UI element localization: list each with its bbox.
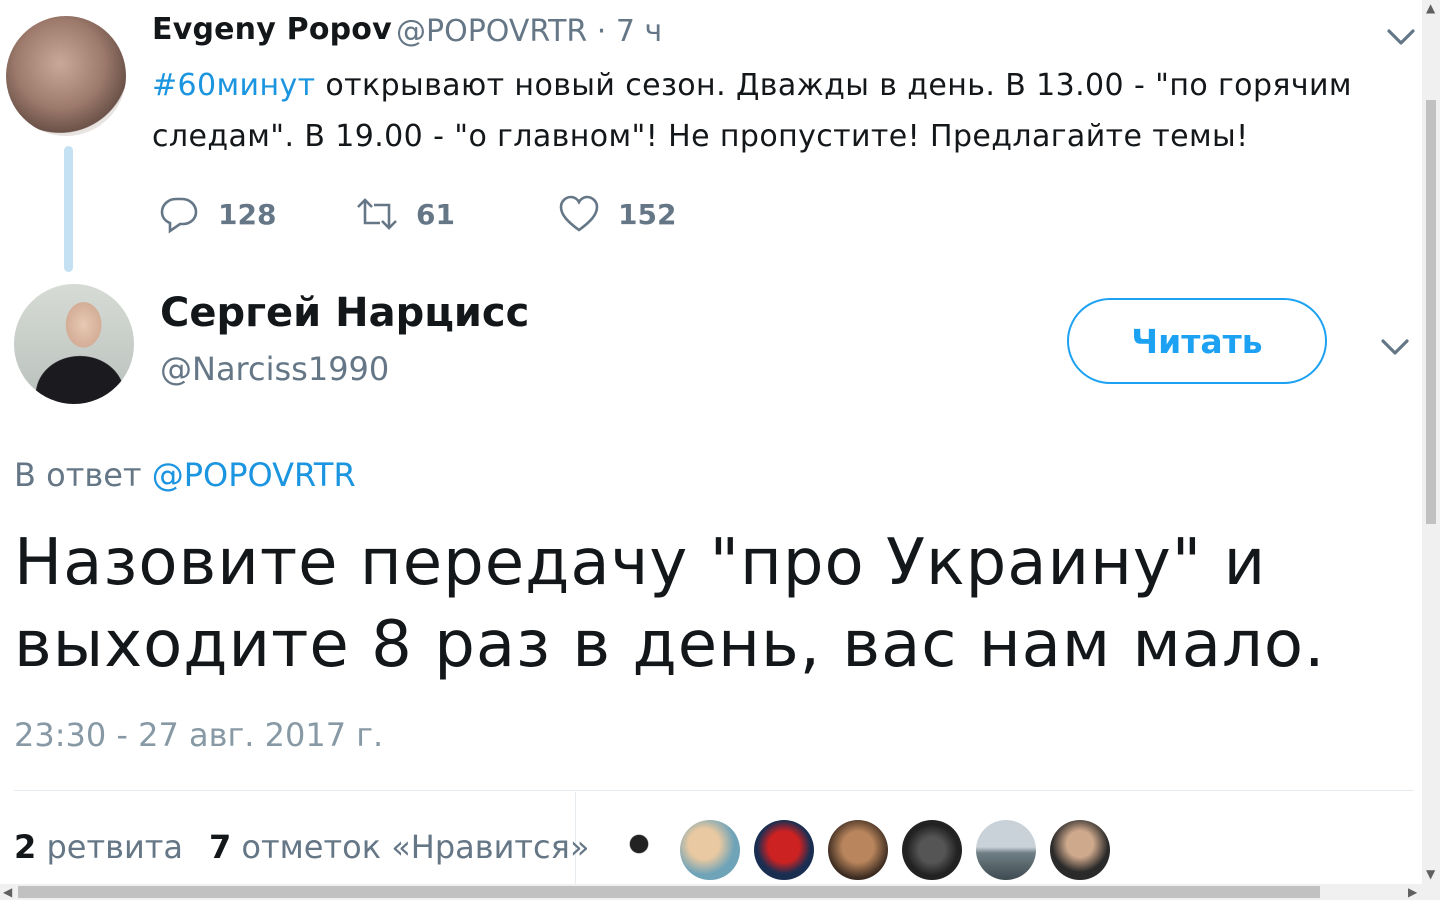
tweet2-text: Назовите передачу "про Украину" и выходи… bbox=[14, 526, 1326, 682]
tweet2-stats: 2 ретвита 7 отметок «Нравится» bbox=[14, 828, 589, 866]
liker-avatar[interactable] bbox=[828, 820, 888, 880]
like-icon bbox=[559, 195, 599, 232]
tweet2-author-name[interactable]: Сергей Нарцисс bbox=[160, 290, 529, 336]
retweet-stat-count: 2 bbox=[14, 828, 37, 866]
scroll-down-arrow[interactable]: ▼ bbox=[1426, 868, 1435, 880]
retweet-stat-label: ретвита bbox=[36, 828, 183, 866]
follow-button[interactable]: Читать bbox=[1067, 298, 1327, 384]
tweet1-menu-chevron[interactable] bbox=[1386, 28, 1416, 50]
retweet-action[interactable]: 61 bbox=[356, 194, 455, 234]
chevron-down-icon bbox=[1381, 339, 1409, 355]
scroll-up-arrow[interactable]: ▲ bbox=[1426, 2, 1435, 14]
scroll-left-arrow[interactable]: ◀ bbox=[3, 886, 12, 898]
reply-context: В ответ @POPOVRTR bbox=[14, 456, 356, 494]
chevron-down-icon bbox=[1387, 29, 1415, 45]
liker-avatars bbox=[606, 820, 1110, 880]
horizontal-scroll-thumb[interactable] bbox=[18, 886, 1320, 898]
tweet2-menu-chevron[interactable] bbox=[1380, 338, 1410, 360]
vertical-scroll-thumb[interactable] bbox=[1426, 100, 1436, 524]
tweet1-text: #60минут открывают новый сезон. Дважды в… bbox=[152, 60, 1382, 162]
like-stat[interactable]: 7 отметок «Нравится» bbox=[209, 828, 589, 866]
tweet2-author-handle[interactable]: @Narciss1990 bbox=[160, 350, 389, 388]
scroll-right-arrow[interactable]: ▶ bbox=[1408, 886, 1417, 898]
retweet-icon bbox=[357, 198, 397, 230]
reply-action[interactable]: 128 bbox=[158, 194, 276, 234]
reply-count: 128 bbox=[218, 197, 277, 231]
vertical-scrollbar[interactable]: ▲ ▼ bbox=[1422, 0, 1440, 884]
tweet1-hashtag[interactable]: #60минут bbox=[152, 68, 315, 103]
liker-avatar[interactable] bbox=[754, 820, 814, 880]
reply-prefix: В ответ bbox=[14, 456, 152, 494]
like-count: 152 bbox=[618, 197, 677, 231]
tweet1-author-meta[interactable]: @POPOVRTR · 7 ч bbox=[396, 14, 662, 49]
avatar-sergey-narciss[interactable] bbox=[14, 284, 134, 404]
reply-mention-link[interactable]: @POPOVRTR bbox=[152, 456, 356, 494]
thread-connector bbox=[64, 146, 73, 272]
liker-avatar[interactable] bbox=[680, 820, 740, 880]
reply-icon bbox=[160, 197, 198, 234]
retweet-stat[interactable]: 2 ретвита bbox=[14, 828, 183, 866]
like-action[interactable]: 152 bbox=[558, 194, 676, 234]
divider bbox=[14, 790, 1414, 791]
tweet1-author-name[interactable]: Evgeny Popov bbox=[152, 12, 392, 47]
like-stat-label: отметок «Нравится» bbox=[231, 828, 590, 866]
tweet2-timestamp[interactable]: 23:30 - 27 авг. 2017 г. bbox=[14, 716, 383, 754]
liker-avatar[interactable] bbox=[1050, 820, 1110, 880]
retweet-count: 61 bbox=[416, 197, 455, 231]
liker-avatar[interactable] bbox=[606, 820, 666, 880]
avatar-evgeny-popov[interactable] bbox=[6, 16, 126, 136]
tweet1-body: открывают новый сезон. Дважды в день. В … bbox=[152, 68, 1352, 154]
horizontal-scrollbar[interactable]: ◀ ▶ bbox=[0, 884, 1440, 900]
like-stat-count: 7 bbox=[208, 828, 232, 866]
liker-avatar[interactable] bbox=[976, 820, 1036, 880]
liker-avatar[interactable] bbox=[902, 820, 962, 880]
